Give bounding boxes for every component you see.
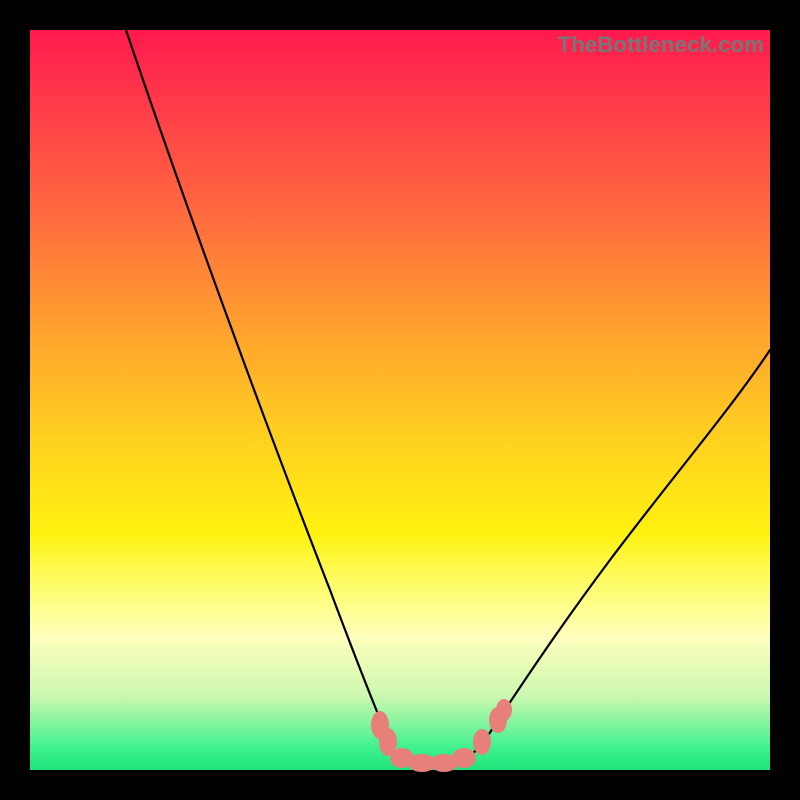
curve-markers (371, 699, 512, 772)
curve-right-branch (485, 350, 770, 740)
marker-dot (473, 729, 491, 755)
marker-dot (452, 748, 476, 768)
marker-dot (496, 699, 512, 721)
plot-area: TheBottleneck.com (30, 30, 770, 770)
chart-frame: TheBottleneck.com (0, 0, 800, 800)
chart-svg (30, 30, 770, 770)
curve-left-branch (126, 30, 393, 750)
